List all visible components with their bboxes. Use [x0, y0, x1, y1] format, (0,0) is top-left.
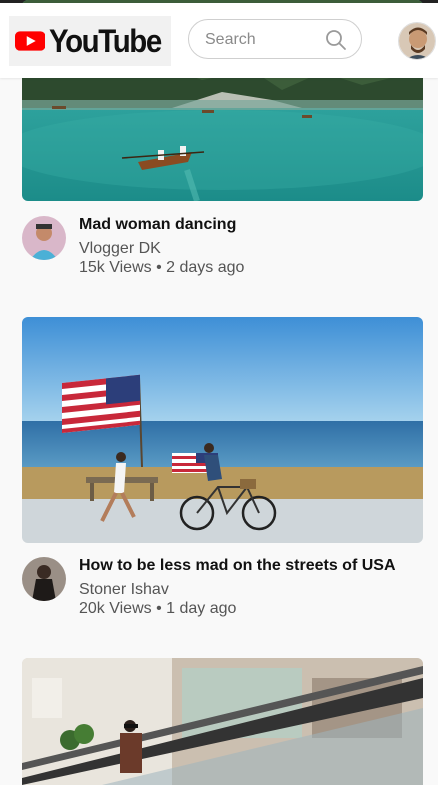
- view-count: 20k Views: [79, 600, 152, 617]
- video-thumbnail[interactable]: [22, 317, 423, 543]
- channel-name[interactable]: Stoner Ishav: [79, 581, 169, 599]
- channel-avatar[interactable]: [22, 216, 66, 260]
- channel-avatar[interactable]: [22, 557, 66, 601]
- video-title[interactable]: How to be less mad on the streets of USA: [79, 557, 396, 575]
- search-input[interactable]: [203, 28, 319, 52]
- view-count: 15k Views: [79, 259, 152, 276]
- video-meta: How to be less mad on the streets of USA…: [22, 557, 432, 623]
- stats-separator: •: [156, 259, 162, 276]
- stats-separator: •: [156, 600, 162, 617]
- video-feed: Mad woman dancing Vlogger DK 15k Views •…: [0, 0, 438, 785]
- mall-escalator-image: [22, 658, 423, 785]
- video-stats: 15k Views • 2 days ago: [79, 259, 244, 277]
- upload-age: 2 days ago: [166, 259, 245, 276]
- video-meta: Mad woman dancing Vlogger DK 15k Views •…: [22, 216, 432, 282]
- search-box[interactable]: [188, 19, 362, 59]
- upload-age: 1 day ago: [166, 600, 237, 617]
- video-stats: 20k Views • 1 day ago: [79, 600, 236, 618]
- search-icon[interactable]: [325, 29, 347, 56]
- play-logo-icon: [15, 31, 46, 51]
- top-app-bar: YouTube: [0, 3, 438, 78]
- logo-wordmark: YouTube: [49, 22, 162, 59]
- beach-flag-image: [22, 317, 423, 543]
- user-avatar[interactable]: [398, 22, 436, 60]
- video-title[interactable]: Mad woman dancing: [79, 216, 236, 234]
- video-thumbnail[interactable]: [22, 658, 423, 785]
- youtube-logo[interactable]: YouTube: [9, 16, 171, 66]
- channel-name[interactable]: Vlogger DK: [79, 240, 161, 258]
